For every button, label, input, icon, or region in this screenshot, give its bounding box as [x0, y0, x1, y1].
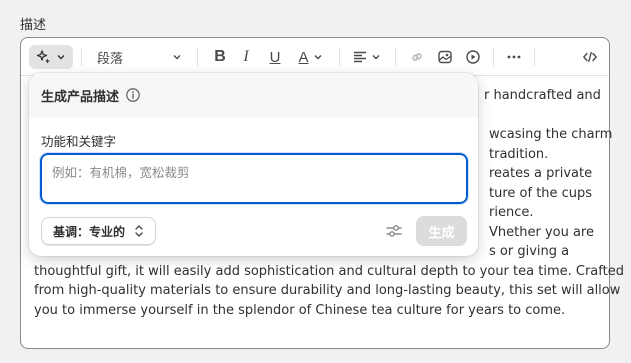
tone-select-label: 基调：专业的 — [53, 224, 126, 239]
chevron-down-icon — [314, 55, 321, 60]
insert-image-button[interactable] — [433, 45, 457, 69]
insert-video-button[interactable] — [461, 45, 485, 69]
description-label: 描述 — [20, 18, 47, 33]
text-color-button[interactable]: A — [294, 45, 328, 69]
text-line: wcasing the charm — [489, 127, 613, 142]
text-line: you to immerse yourself in the splendor … — [34, 302, 566, 318]
italic-button[interactable]: I — [234, 45, 258, 69]
adjust-settings-icon[interactable] — [385, 222, 403, 240]
tone-select[interactable]: 基调：专业的 — [41, 217, 156, 245]
more-options-button[interactable] — [502, 45, 526, 69]
play-circle-icon — [466, 50, 480, 64]
text-line: r handcrafted and — [484, 88, 601, 103]
chevron-up-down-icon — [135, 225, 143, 237]
ellipsis-icon — [507, 55, 521, 59]
chevron-down-icon — [57, 55, 64, 60]
popover-title: 生成产品描述 — [41, 89, 120, 105]
text-line: ture of the cups — [489, 185, 593, 201]
chevron-down-icon — [173, 55, 181, 60]
code-icon — [583, 51, 597, 63]
toolbar-divider — [493, 48, 494, 66]
chevron-down-icon — [372, 55, 380, 60]
text-line: Vhether you are — [489, 224, 594, 240]
info-icon[interactable] — [125, 87, 141, 103]
show-html-button[interactable] — [578, 45, 602, 69]
toolbar-divider — [81, 48, 82, 66]
bold-button[interactable]: B — [208, 45, 232, 69]
text-line: s or giving a — [489, 244, 570, 259]
sparkle-icon — [36, 50, 50, 64]
text-line: reates a private — [489, 166, 593, 181]
generate-description-popover: 生成产品描述 功能和关键字 例如：有机棉，宽松裁剪 基调：专业的 生成 — [29, 73, 478, 256]
text-color-glyph: A — [298, 48, 309, 66]
keywords-label: 功能和关键字 — [41, 134, 117, 149]
paragraph-format-select[interactable]: 段落 — [91, 45, 187, 69]
alignment-button[interactable] — [350, 45, 384, 69]
toolbar-divider — [197, 48, 198, 66]
text-line: thoughtful gift, it will easily add soph… — [34, 263, 624, 279]
toolbar-divider — [395, 48, 396, 66]
text-line: tradition. — [489, 146, 549, 162]
image-icon — [438, 50, 452, 64]
underline-button[interactable]: U — [263, 45, 287, 69]
paragraph-format-label: 段落 — [97, 51, 124, 67]
popover-header: 生成产品描述 — [29, 73, 478, 117]
toolbar-divider — [534, 48, 535, 66]
text-line: rience. — [489, 205, 534, 220]
ai-generate-button[interactable] — [29, 45, 73, 69]
insert-link-button[interactable] — [405, 45, 429, 69]
align-left-icon — [354, 51, 366, 63]
text-line: from high-quality materials to ensure du… — [34, 283, 621, 298]
toolbar-divider — [339, 48, 340, 66]
link-icon — [412, 53, 422, 61]
keywords-input[interactable]: 例如：有机棉，宽松裁剪 — [39, 152, 469, 205]
generate-button[interactable]: 生成 — [416, 216, 467, 246]
editor-toolbar: 段落 B I U A — [21, 38, 609, 76]
